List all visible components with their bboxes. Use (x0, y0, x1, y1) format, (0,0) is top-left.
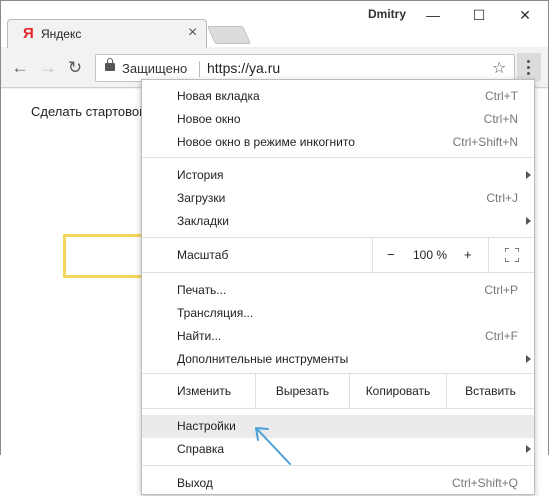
menu-item-label: Выход (177, 476, 213, 490)
menu-item-shortcut: Ctrl+F (485, 329, 518, 343)
zoom-value: 100 % (413, 248, 448, 262)
menu-item-downloads[interactable]: Загрузки Ctrl+J (142, 187, 534, 210)
back-icon[interactable]: ← (9, 57, 31, 79)
menu-item-label: Новая вкладка (177, 89, 260, 103)
menu-separator (142, 272, 534, 273)
copy-button[interactable]: Копировать (349, 374, 446, 408)
tab-close-icon[interactable]: × (188, 24, 197, 42)
menu-separator (142, 408, 534, 409)
zoom-row: Масштаб − 100 % + (142, 238, 534, 272)
profile-name[interactable]: Dmitry (368, 7, 406, 21)
menu-item-new-window[interactable]: Новое окно Ctrl+N (142, 108, 534, 131)
menu-item-label: Найти... (177, 329, 222, 343)
forward-icon[interactable]: → (37, 57, 59, 79)
title-bar: Я Яндекс × Dmitry — ☐ ✕ (1, 1, 548, 49)
menu-item-label: Дополнительные инструменты (177, 352, 349, 366)
menu-item-find[interactable]: Найти... Ctrl+F (142, 325, 534, 348)
menu-item-help[interactable]: Справка (142, 438, 534, 461)
menu-item-new-tab[interactable]: Новая вкладка Ctrl+T (142, 85, 534, 108)
search-box[interactable] (63, 234, 145, 278)
menu-item-settings[interactable]: Настройки (142, 415, 534, 438)
address-bar[interactable]: Защищено https://ya.ru ☆ (95, 54, 515, 82)
menu-item-cast[interactable]: Трансляция... (142, 302, 534, 325)
yandex-favicon-icon: Я (23, 25, 34, 42)
menu-item-shortcut: Ctrl+N (483, 112, 518, 126)
zoom-out-button[interactable]: − (387, 247, 395, 262)
menu-separator (142, 157, 534, 158)
submenu-arrow-icon (526, 217, 531, 225)
cut-button[interactable]: Вырезать (255, 374, 349, 408)
zoom-controls: − 100 % + (372, 238, 488, 272)
menu-item-label: Новое окно в режиме инкогнито (177, 135, 355, 149)
secure-label[interactable]: Защищено (122, 61, 187, 76)
menu-item-shortcut: Ctrl+J (486, 191, 518, 205)
tab-title: Яндекс (41, 27, 82, 41)
maximize-icon[interactable]: ☐ (459, 3, 499, 27)
paste-button[interactable]: Вставить (446, 374, 534, 408)
url-text[interactable]: https://ya.ru (207, 60, 280, 76)
menu-item-label: Трансляция... (177, 306, 254, 320)
menu-item-label: Новое окно (177, 112, 241, 126)
address-divider (199, 61, 200, 77)
bookmark-star-icon[interactable]: ☆ (492, 58, 506, 78)
edit-label: Изменить (177, 384, 232, 398)
menu-item-shortcut: Ctrl+Shift+N (452, 135, 518, 149)
fullscreen-icon (505, 248, 519, 262)
menu-item-label: Настройки (177, 419, 236, 433)
menu-item-label: Печать... (177, 283, 227, 297)
menu-kebab-icon[interactable] (517, 53, 541, 81)
close-icon[interactable]: ✕ (505, 3, 545, 27)
menu-item-history[interactable]: История (142, 164, 534, 187)
menu-separator (142, 465, 534, 466)
menu-item-more-tools[interactable]: Дополнительные инструменты (142, 348, 534, 371)
reload-icon[interactable]: ↻ (64, 57, 86, 79)
lock-icon (105, 58, 115, 71)
menu-item-exit[interactable]: Выход Ctrl+Shift+Q (142, 472, 534, 495)
menu-item-incognito[interactable]: Новое окно в режиме инкогнито Ctrl+Shift… (142, 131, 534, 154)
menu-item-bookmarks[interactable]: Закладки (142, 210, 534, 233)
pointer-arrow-icon (255, 427, 291, 465)
zoom-in-button[interactable]: + (464, 247, 472, 262)
make-homepage-link[interactable]: Сделать стартовой (31, 104, 146, 119)
fullscreen-button[interactable] (488, 238, 534, 272)
menu-item-print[interactable]: Печать... Ctrl+P (142, 279, 534, 302)
menu-item-label: История (177, 168, 224, 182)
menu-item-label: Загрузки (177, 191, 226, 205)
chrome-main-menu: Новая вкладка Ctrl+T Новое окно Ctrl+N Н… (141, 79, 535, 495)
submenu-arrow-icon (526, 355, 531, 363)
submenu-arrow-icon (526, 445, 531, 453)
menu-item-label: Справка (177, 442, 225, 456)
edit-row: Изменить Вырезать Копировать Вставить (142, 374, 534, 408)
menu-item-shortcut: Ctrl+T (485, 89, 518, 103)
zoom-label: Масштаб (177, 248, 229, 262)
new-tab-button[interactable] (206, 26, 252, 44)
minimize-icon[interactable]: — (413, 3, 453, 27)
menu-item-shortcut: Ctrl+P (484, 283, 518, 297)
menu-item-label: Закладки (177, 214, 229, 228)
menu-item-shortcut: Ctrl+Shift+Q (451, 476, 518, 490)
tab-yandex[interactable]: Я Яндекс × (7, 19, 207, 49)
submenu-arrow-icon (526, 171, 531, 179)
